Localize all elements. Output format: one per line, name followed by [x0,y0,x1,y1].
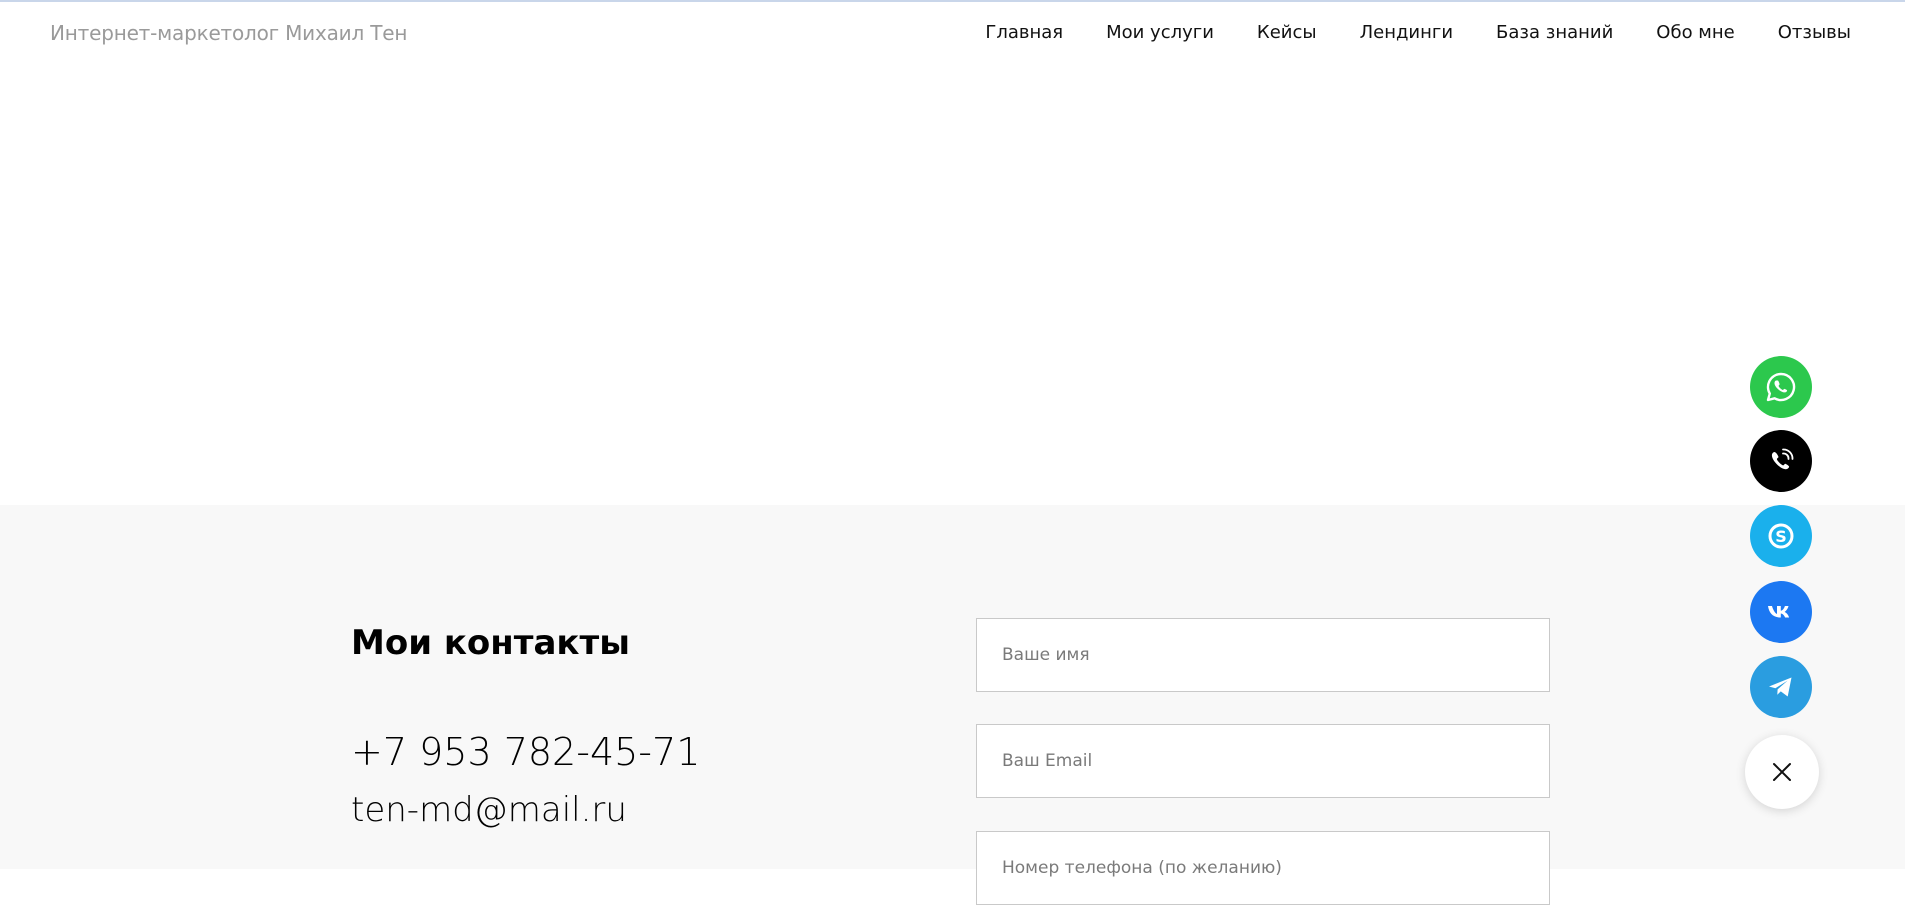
site-header: Интернет-маркетолог Михаил Тен Главная М… [0,2,1905,68]
phone-input[interactable] [976,831,1550,905]
nav-item-home[interactable]: Главная [985,22,1063,43]
name-input[interactable] [976,618,1550,692]
whatsapp-icon [1766,372,1796,402]
whatsapp-button[interactable] [1750,356,1812,418]
nav-item-landings[interactable]: Лендинги [1360,22,1453,43]
nav-item-reviews[interactable]: Отзывы [1778,22,1851,43]
skype-button[interactable]: S [1750,505,1812,567]
nav-item-about[interactable]: Обо мне [1656,22,1734,43]
main-nav: Главная Мои услуги Кейсы Лендинги База з… [985,22,1851,43]
contact-email[interactable]: ten-md@mail.ru [351,790,627,830]
nav-item-knowledge-base[interactable]: База знаний [1496,22,1613,43]
contacts-title: Мои контакты [351,623,630,663]
contact-phone[interactable]: +7 953 782-45-71 [351,730,700,774]
contacts-section: Мои контакты +7 953 782-45-71 ten-md@mai… [0,505,1905,905]
svg-text:S: S [1775,527,1787,546]
phone-icon [1771,448,1794,470]
close-icon [1773,763,1791,781]
vk-button[interactable] [1750,581,1812,643]
telegram-button[interactable] [1750,656,1812,718]
site-brand[interactable]: Интернет-маркетолог Михаил Тен [50,21,407,45]
nav-item-cases[interactable]: Кейсы [1257,22,1317,43]
skype-icon: S [1768,523,1794,549]
telegram-icon [1769,677,1792,697]
call-button[interactable] [1750,430,1812,492]
close-widgets-button[interactable] [1745,735,1819,809]
email-input[interactable] [976,724,1550,798]
content-area [0,68,1905,505]
nav-item-services[interactable]: Мои услуги [1106,22,1214,43]
vk-icon [1768,606,1790,618]
